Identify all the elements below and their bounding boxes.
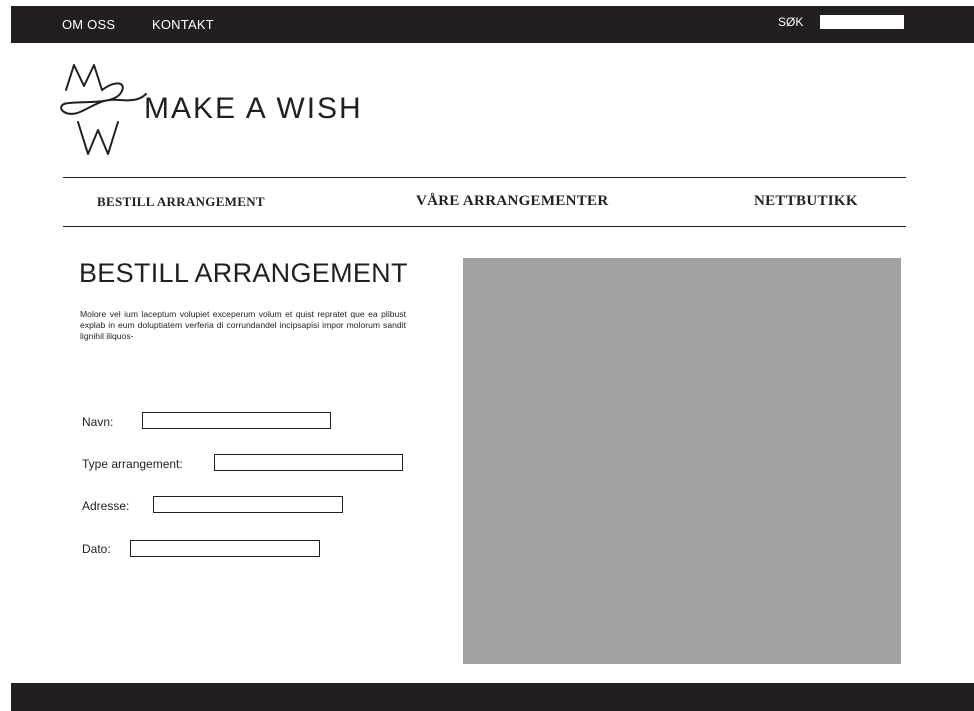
nav-link-kontakt[interactable]: KONTAKT	[152, 17, 214, 32]
page: OM OSS KONTAKT SØK MAKE A WISH BESTILL A…	[0, 0, 974, 711]
navn-label: Navn:	[82, 415, 114, 429]
image-placeholder	[463, 258, 901, 664]
dato-label: Dato:	[82, 542, 111, 556]
nav-divider-bottom	[63, 226, 906, 227]
main-nav-bestill-arrangement[interactable]: BESTILL ARRANGEMENT	[97, 194, 265, 210]
type-arrangement-label: Type arrangement:	[82, 457, 183, 471]
main-nav-vare-arrangementer[interactable]: VÅRE ARRANGEMENTER	[416, 193, 609, 210]
type-arrangement-input[interactable]	[214, 454, 403, 471]
page-title: BESTILL ARRANGEMENT	[79, 258, 408, 288]
nav-divider-top	[63, 177, 906, 178]
navn-input[interactable]	[142, 412, 331, 429]
search-input[interactable]	[820, 15, 904, 29]
top-bar: OM OSS KONTAKT SØK	[11, 6, 974, 43]
main-nav-nettbutikk[interactable]: NETTBUTIKK	[754, 193, 858, 210]
footer	[11, 683, 974, 711]
intro-text: Molore vel ium laceptum volupiet exceper…	[80, 309, 406, 341]
nav-link-om-oss[interactable]: OM OSS	[62, 17, 115, 32]
adresse-label: Adresse:	[82, 499, 130, 513]
dato-input[interactable]	[130, 540, 320, 557]
mw-monogram-icon[interactable]	[58, 60, 148, 160]
brand-name[interactable]: MAKE A WISH	[144, 92, 363, 126]
search-label: SØK	[778, 15, 804, 29]
adresse-input[interactable]	[153, 496, 343, 513]
